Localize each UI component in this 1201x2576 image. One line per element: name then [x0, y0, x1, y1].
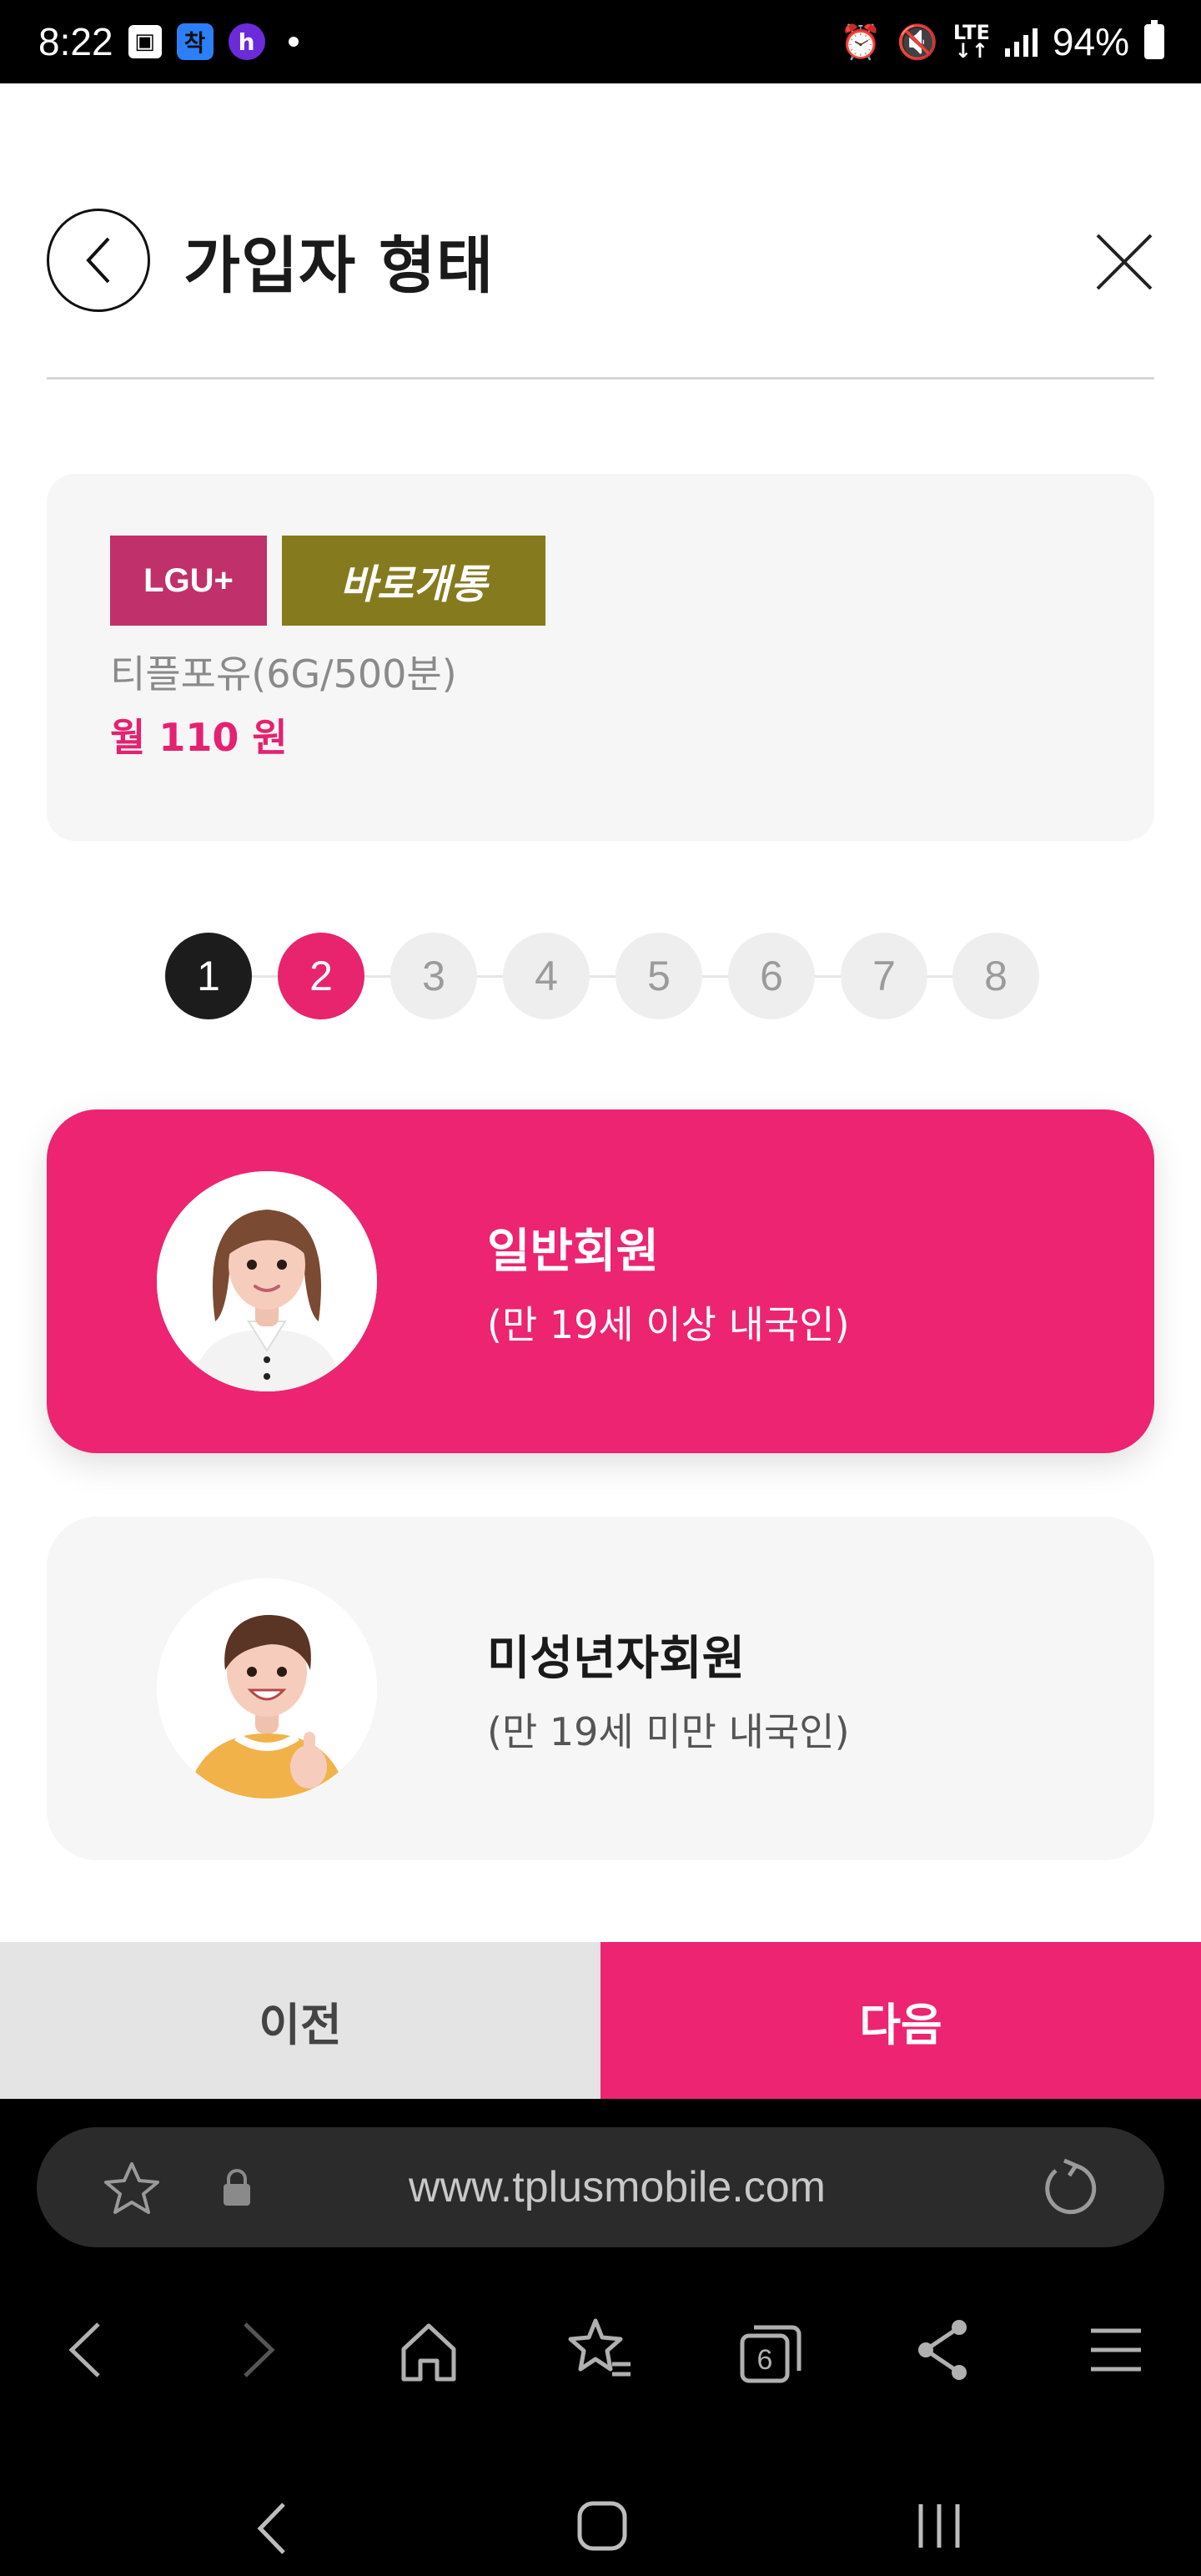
system-home-icon[interactable] [575, 2499, 629, 2553]
member-option-title: 일반회원 [487, 1224, 660, 1279]
adult-avatar [157, 1171, 377, 1391]
step-5: 5 [616, 933, 702, 1019]
plan-name: 티플포유(6G/500분) [110, 652, 457, 697]
address-bar[interactable]: www.tplusmobile.com [37, 2127, 1164, 2247]
page-title: 가입자 형태 [183, 229, 495, 302]
progress-stepper: 1 2 3 4 5 6 7 8 [165, 933, 1039, 1019]
close-button[interactable] [1094, 232, 1154, 292]
action-bar: 이전 다음 [0, 1942, 1201, 2099]
header-divider [47, 377, 1154, 380]
header: 가입자 형태 [47, 207, 1154, 314]
browser-back-button[interactable] [52, 2312, 118, 2387]
member-option-text: 일반회원 (만 19세 이상 내국인) [487, 1214, 850, 1350]
member-option-adult[interactable]: 일반회원 (만 19세 이상 내국인) [47, 1109, 1154, 1453]
plan-badges: LGU+ 바로개통 [110, 536, 1091, 626]
tab-count: 6 [757, 2344, 773, 2376]
alarm-icon: ⏰ [840, 23, 882, 62]
member-option-subtitle: (만 19세 이상 내국인) [487, 1301, 850, 1347]
step-8: 8 [952, 933, 1039, 1019]
share-icon [918, 2320, 967, 2380]
close-icon [1096, 234, 1153, 290]
bookmarks-button[interactable] [567, 2312, 634, 2387]
carrier-badge: LGU+ [110, 536, 267, 626]
menu-button[interactable] [1083, 2312, 1149, 2387]
next-button[interactable]: 다음 [600, 1942, 1201, 2099]
woman-avatar-icon [157, 1171, 377, 1391]
chevron-right-icon [244, 2322, 275, 2377]
member-option-text: 미성년자회원 (만 19세 미만 내국인) [487, 1621, 850, 1757]
home-button[interactable] [395, 2312, 462, 2387]
member-option-minor[interactable]: 미성년자회원 (만 19세 미만 내국인) [47, 1517, 1154, 1860]
system-navigation-bar [0, 2499, 1201, 2576]
step-6: 6 [728, 933, 815, 1019]
member-option-title: 미성년자회원 [487, 1631, 746, 1686]
instant-activation-badge: 바로개통 [282, 536, 545, 626]
network-label: LTE [952, 21, 990, 44]
step-4: 4 [503, 933, 590, 1019]
home-icon [401, 2323, 456, 2382]
mute-icon: 🔇 [897, 23, 938, 62]
tabs-button[interactable]: 6 [737, 2312, 804, 2387]
browser-chrome: www.tplusmobile.com 6 [0, 2099, 1201, 2576]
status-time: 8:22 [38, 20, 113, 63]
battery-icon [1144, 20, 1164, 59]
step-1: 1 [165, 933, 252, 1019]
share-button[interactable] [909, 2312, 976, 2387]
reload-icon[interactable] [1039, 2159, 1098, 2217]
menu-icon [1091, 2328, 1141, 2372]
boy-avatar-icon [157, 1578, 377, 1799]
step-7: 7 [841, 933, 927, 1019]
page: 8:22 ▣ 착 h ⏰ 🔇 LTE ↓↑ 94% 가입자 형태 LGU+ 바로… [0, 0, 1201, 2576]
tabs-icon: 6 [740, 2325, 802, 2383]
battery-percent: 94% [1052, 20, 1129, 63]
plan-price: 월 110 원 [110, 715, 288, 760]
app-notification-icon: 착 [176, 23, 214, 60]
app-notification-icon-2: h [228, 23, 265, 60]
status-right: ⏰ 🔇 LTE ↓↑ 94% [840, 19, 1164, 64]
back-button[interactable] [47, 209, 150, 312]
previous-button[interactable]: 이전 [0, 1942, 600, 2099]
system-back-icon[interactable] [250, 2499, 292, 2558]
gallery-icon: ▣ [128, 25, 162, 58]
more-notifications-dot [288, 37, 299, 47]
system-recents-icon[interactable] [912, 2499, 966, 2553]
bookmarks-icon [568, 2318, 631, 2377]
browser-toolbar: 6 [0, 2312, 1201, 2396]
step-3: 3 [390, 933, 477, 1019]
step-2: 2 [278, 933, 364, 1019]
plan-summary-card: LGU+ 바로개통 티플포유(6G/500분) 월 110 원 [47, 474, 1154, 841]
signal-icon [1004, 27, 1038, 57]
status-bar: 8:22 ▣ 착 h ⏰ 🔇 LTE ↓↑ 94% [0, 0, 1201, 83]
url-text: www.tplusmobile.com [409, 2163, 826, 2211]
minor-avatar [157, 1578, 377, 1799]
browser-forward-button[interactable] [225, 2312, 292, 2387]
chevron-left-icon [68, 2322, 100, 2377]
network-type: LTE ↓↑ [952, 21, 990, 63]
chevron-left-icon [86, 237, 110, 284]
member-option-subtitle: (만 19세 미만 내국인) [487, 1708, 850, 1754]
status-left: 8:22 ▣ 착 h [38, 19, 299, 64]
